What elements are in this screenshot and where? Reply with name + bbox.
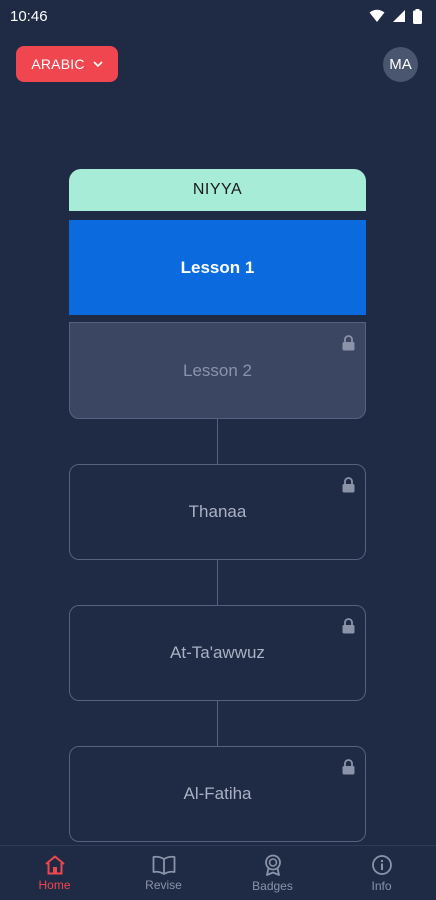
lesson-label: Thanaa [188, 502, 247, 521]
status-time: 10:46 [10, 7, 48, 25]
lesson-path: NIYYA Lesson 1 Lesson 2 Thanaa At-Ta'aww… [69, 169, 366, 842]
avatar[interactable]: MA [383, 47, 418, 82]
lesson-label: Lesson 1 [180, 257, 255, 277]
unit-title: NIYYA [192, 181, 243, 198]
lesson-label: At-Ta'awwuz [170, 643, 265, 662]
book-icon [152, 855, 176, 875]
nav-label: Revise [145, 877, 182, 892]
lock-icon [342, 335, 355, 351]
header: ARABIC MA [0, 46, 436, 82]
battery-icon [413, 8, 422, 24]
nav-revise[interactable]: Revise [109, 846, 218, 900]
bottom-navigation: Home Revise Badges Info [0, 845, 436, 900]
status-bar: 10:46 [0, 0, 436, 32]
unit-header: NIYYA [69, 169, 366, 211]
lesson-card-2[interactable]: Lesson 2 [69, 322, 366, 419]
lock-icon [342, 477, 355, 493]
lock-icon [342, 618, 355, 634]
lock-icon [342, 759, 355, 775]
home-icon [44, 855, 66, 875]
language-dropdown-button[interactable]: ARABIC [16, 46, 118, 82]
nav-info[interactable]: Info [327, 846, 436, 900]
status-icons [369, 8, 422, 24]
nav-label: Home [38, 877, 71, 892]
lesson-card-3[interactable]: Thanaa [69, 464, 366, 560]
lesson-card-5[interactable]: Al-Fatiha [69, 746, 366, 842]
lesson-label: Lesson 2 [183, 360, 252, 380]
info-icon [371, 854, 393, 876]
nav-badges[interactable]: Badges [218, 846, 327, 900]
nav-home[interactable]: Home [0, 846, 109, 900]
path-connector [217, 560, 218, 605]
chevron-down-icon [93, 60, 103, 68]
badge-icon [262, 854, 284, 876]
avatar-initials: MA [389, 56, 412, 73]
lesson-card-1[interactable]: Lesson 1 [69, 220, 366, 315]
wifi-icon [369, 9, 385, 23]
signal-icon [392, 9, 406, 23]
nav-label: Badges [252, 878, 293, 893]
language-label: ARABIC [31, 56, 85, 72]
lesson-label: Al-Fatiha [183, 784, 252, 803]
path-connector [217, 419, 218, 464]
lesson-card-4[interactable]: At-Ta'awwuz [69, 605, 366, 701]
nav-label: Info [371, 878, 392, 893]
path-connector [217, 701, 218, 746]
